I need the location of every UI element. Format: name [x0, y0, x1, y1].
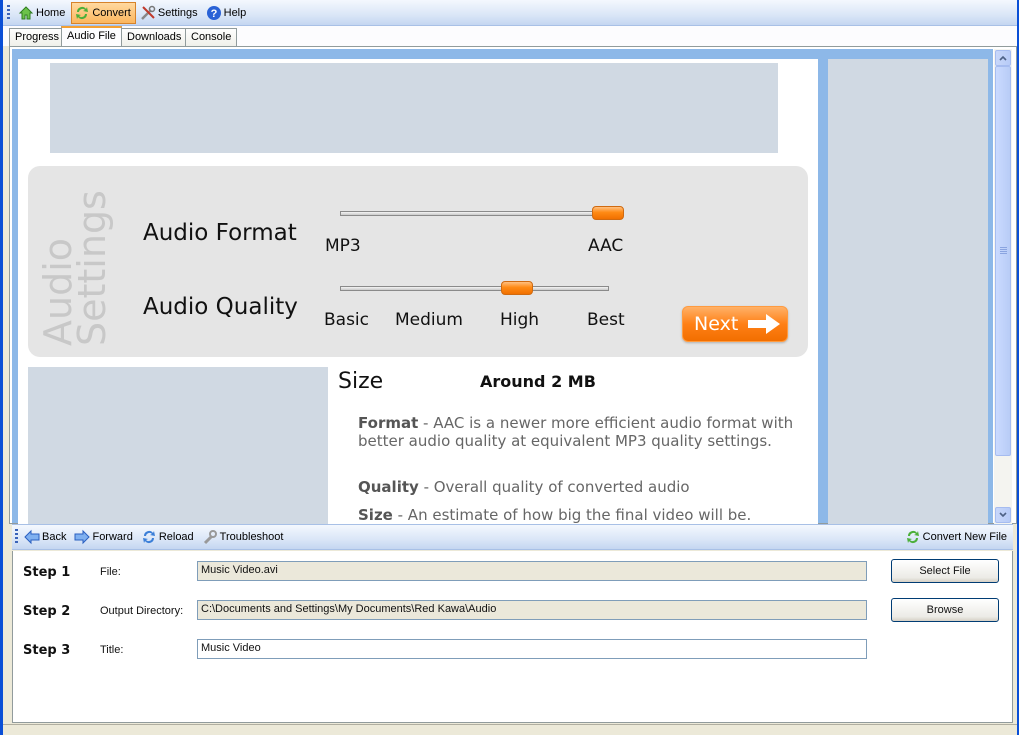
heading-line-settings: Settings [70, 190, 114, 346]
size-text: - An estimate of how big the final video… [392, 506, 752, 524]
format-text: - AAC is a newer more efficient audio fo… [358, 414, 794, 450]
audio-format-track[interactable] [340, 211, 624, 216]
reload-button[interactable]: Reload [141, 529, 194, 545]
forward-button[interactable]: Forward [74, 529, 133, 545]
help-icon: ? [206, 5, 222, 21]
convert-label: Convert [92, 6, 131, 19]
scroll-thumb[interactable] [995, 66, 1011, 456]
quality-option-medium[interactable]: Medium [395, 310, 463, 330]
step-2-label: Step 2 [23, 604, 71, 619]
convert-button[interactable]: Convert [71, 1, 136, 24]
output-directory-field[interactable]: C:\Documents and Settings\My Documents\R… [197, 600, 867, 620]
tab-console[interactable]: Console [185, 28, 238, 46]
back-label: Back [42, 531, 67, 543]
audio-quality-slider[interactable] [340, 281, 609, 295]
audio-quality-track[interactable] [340, 286, 609, 291]
quality-text: - Overall quality of converted audio [418, 478, 690, 496]
chevron-up-icon [999, 55, 1007, 61]
browser-nav-toolbar: Back Forward Reload Troubleshoot Convert… [12, 524, 1013, 550]
status-strip [3, 724, 1017, 735]
reload-label: Reload [158, 531, 194, 543]
tab-label: Downloads [127, 31, 182, 43]
browse-button[interactable]: Browse [891, 598, 999, 622]
format-description: Format - AAC is a newer more efficient a… [358, 414, 808, 450]
help-button[interactable]: ? Help [204, 2, 251, 24]
file-label: File: [100, 566, 121, 578]
audio-quality-thumb[interactable] [501, 281, 533, 295]
settings-icon [140, 5, 156, 21]
file-field[interactable]: Music Video.avi [197, 561, 867, 581]
output-directory-label: Output Directory: [100, 605, 184, 617]
settings-button[interactable]: Settings [138, 2, 202, 24]
tab-downloads[interactable]: Downloads [121, 28, 188, 46]
audio-quality-label: Audio Quality [143, 294, 298, 320]
audio-format-label: Audio Format [143, 220, 297, 246]
preview-placeholder [28, 367, 328, 524]
size-description: Size - An estimate of how big the final … [358, 506, 808, 524]
right-sidebar-placeholder [828, 59, 988, 524]
size-term: Size [358, 506, 393, 524]
convert-icon [74, 5, 90, 21]
forward-label: Forward [92, 531, 133, 543]
window-border-left [0, 0, 3, 735]
tab-label: Progress [15, 31, 60, 43]
navbar-grip[interactable] [15, 529, 18, 545]
format-term: Format [358, 414, 419, 432]
convert-new-file-label: Convert New File [922, 531, 1007, 543]
main-toolbar: Home Convert Settings ? Help [3, 0, 1017, 26]
format-option-mp3[interactable]: MP3 [325, 236, 361, 256]
format-option-aac[interactable]: AAC [588, 236, 623, 256]
next-label: Next [694, 313, 739, 335]
tab-strip: Progress Audio File Downloads Console [3, 26, 1017, 47]
troubleshoot-button[interactable]: Troubleshoot [202, 529, 284, 545]
quality-description: Quality - Overall quality of converted a… [358, 478, 808, 496]
help-label: Help [223, 6, 247, 19]
quality-option-high[interactable]: High [500, 310, 539, 330]
audio-format-thumb[interactable] [592, 206, 624, 220]
tab-progress[interactable]: Progress [9, 28, 66, 46]
home-button[interactable]: Home [16, 2, 69, 24]
quality-option-best[interactable]: Best [587, 310, 625, 330]
title-field[interactable]: Music Video [197, 639, 867, 659]
step-1-label: Step 1 [23, 565, 71, 580]
next-button[interactable]: Next [682, 306, 788, 342]
audio-format-slider[interactable] [340, 206, 624, 220]
back-button[interactable]: Back [24, 529, 66, 545]
scroll-down-button[interactable] [995, 507, 1011, 523]
step-3-label: Step 3 [23, 643, 71, 658]
size-value: Around 2 MB [480, 372, 596, 391]
title-label: Title: [100, 644, 124, 656]
troubleshoot-label: Troubleshoot [219, 531, 284, 543]
right-arrow-icon [748, 314, 781, 334]
reload-icon [141, 529, 157, 545]
banner-placeholder [50, 63, 778, 153]
quality-option-basic[interactable]: Basic [324, 310, 369, 330]
convert-icon [905, 529, 921, 545]
tab-audio-file[interactable]: Audio File [61, 26, 122, 47]
home-icon [18, 5, 34, 21]
audio-settings-heading: Audio Settings [36, 190, 116, 350]
wrench-icon [202, 529, 218, 545]
convert-new-file-button[interactable]: Convert New File [905, 529, 1007, 545]
toolbar-grip[interactable] [7, 4, 10, 21]
settings-label: Settings [157, 6, 198, 19]
svg-text:?: ? [210, 8, 217, 20]
home-label: Home [36, 6, 66, 19]
forward-arrow-icon [74, 529, 91, 545]
tab-label: Console [191, 31, 232, 43]
chevron-down-icon [999, 512, 1007, 518]
back-arrow-icon [24, 529, 40, 545]
tab-label: Audio File [67, 30, 116, 42]
quality-term: Quality [358, 478, 419, 496]
select-file-button[interactable]: Select File [891, 559, 999, 583]
scroll-grip-icon [1000, 247, 1007, 254]
scroll-up-button[interactable] [995, 50, 1011, 66]
size-heading: Size [338, 369, 384, 394]
vertical-scrollbar[interactable] [994, 49, 1012, 524]
